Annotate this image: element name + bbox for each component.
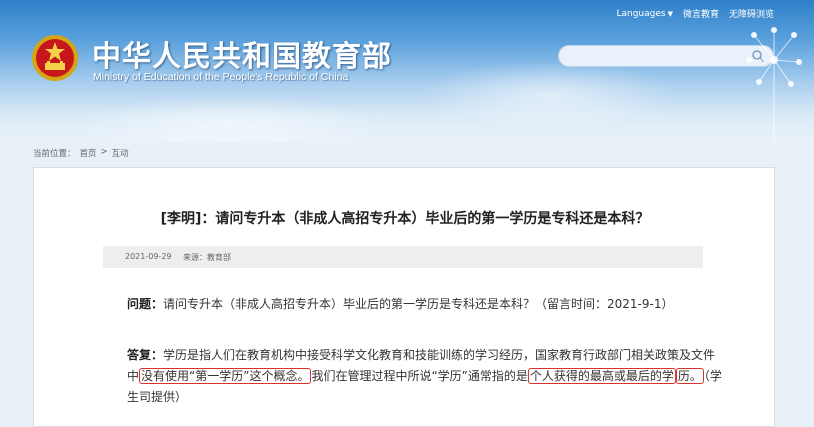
article-panel: [李明]：请问专升本（非成人高招专升本）毕业后的第一学历是专科还是本科？ 202… [33,167,775,427]
breadcrumb-current[interactable]: 互动 [112,147,129,159]
highlighted-text: 个人获得的最高或最后的学 [527,368,676,384]
dandelion-decoration-icon [746,27,802,142]
breadcrumb-prefix: 当前位置： [33,149,76,159]
question-paragraph: 问题：请问专升本（非成人高招专升本）毕业后的第一学历是专科还是本科？（留言时间：… [127,294,707,315]
answer-text-part: 我们在管理过程中所说“学历”通常指的是 [311,369,528,383]
article-date: 2021-09-29 [125,252,172,261]
answer-label: 答复： [127,348,164,362]
site-header: Languages ▼ 微言教育 无障碍浏览 中华人民共和国教育部 Ministr… [0,0,814,142]
breadcrumb-separator: > [100,147,108,157]
breadcrumb-home-link[interactable]: 首页 [80,147,97,159]
article-source: 来源：教育部 [183,253,231,262]
site-logo-subtitle: Ministry of Education of the People's Re… [93,71,349,83]
chevron-down-icon: ▼ [667,9,673,18]
answer-paragraph: 答复：学历是指人们在教育机构中接受科学文化教育和技能训练的学习经历，国家教育行政… [127,345,723,408]
question-label: 问题： [127,297,164,311]
article-title: [李明]：请问专升本（非成人高招专升本）毕业后的第一学历是专科还是本科？ [160,211,650,227]
cloud-decoration [80,95,380,142]
languages-menu[interactable]: Languages ▼ [616,9,673,19]
national-emblem-icon [32,35,78,81]
question-text: 请问专升本（非成人高招专升本）毕业后的第一学历是专科还是本科？（留言时间：202… [163,297,674,311]
article-meta-bar: 2021-09-29 来源：教育部 [103,246,703,268]
highlighted-text: 没有使用“第一学历”这个概念。 [139,368,312,384]
highlighted-text: 历。 [675,368,704,384]
site-logo-title[interactable]: 中华人民共和国教育部 [92,33,392,75]
languages-label: Languages [616,8,666,19]
cloud-decoration [420,60,680,130]
breadcrumb: 当前位置： 首页 > 互动 [33,147,129,159]
